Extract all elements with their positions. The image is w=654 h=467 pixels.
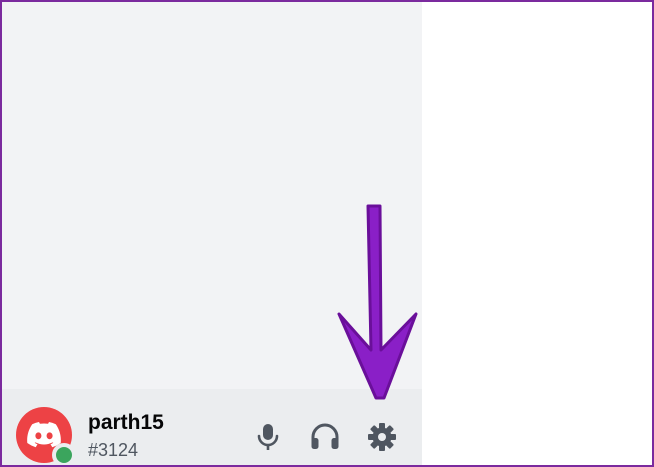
discord-logo-icon — [27, 422, 61, 448]
channel-sidebar: parth15 #3124 — [2, 2, 422, 465]
headphones-icon — [311, 423, 339, 449]
user-tag: #3124 — [88, 440, 139, 460]
username: parth15 — [88, 411, 164, 434]
user-name-block[interactable]: parth15 #3124 — [88, 411, 164, 461]
gear-icon — [368, 423, 396, 451]
user-panel: parth15 #3124 — [2, 389, 422, 465]
microphone-icon — [257, 424, 279, 450]
screenshot-frame: parth15 #3124 — [0, 0, 654, 467]
online-status-dot — [52, 443, 76, 465]
user-settings-button[interactable] — [364, 419, 400, 455]
deafen-headphones-button[interactable] — [307, 419, 343, 455]
mute-microphone-button[interactable] — [250, 419, 286, 455]
